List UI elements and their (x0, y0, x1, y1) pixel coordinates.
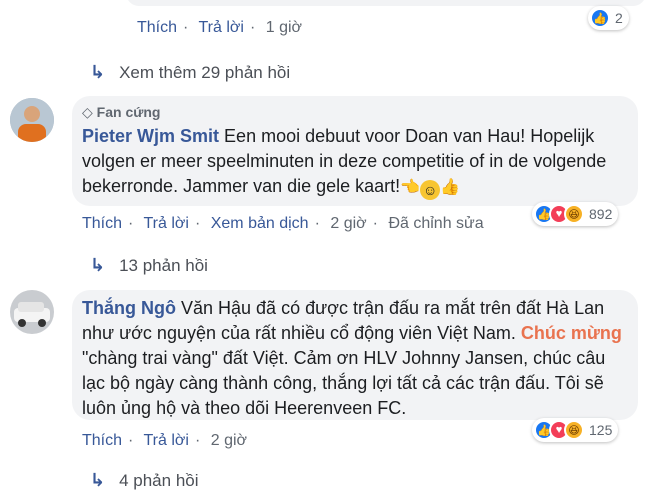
like-link[interactable]: Thích (82, 432, 122, 449)
view-replies[interactable]: ↳ 4 phản hồi (90, 470, 199, 491)
reaction-count: 892 (589, 206, 613, 222)
pointing-emoji-icon: 👈 (400, 179, 421, 196)
reply-link[interactable]: Trả lời (144, 215, 189, 232)
view-replies[interactable]: ↳ 13 phản hồi (90, 255, 208, 276)
reply-link[interactable]: Trả lời (144, 432, 189, 449)
comment-actions: Thích · Trả lời · Xem bản dịch · 2 giờ · Đã … (82, 215, 484, 232)
reply-arrow-icon: ↳ (90, 62, 106, 82)
reply-link[interactable]: Trả lời (199, 19, 244, 36)
timestamp[interactable]: 2 giờ (211, 432, 247, 449)
replies-label: 4 phản hồi (119, 471, 199, 490)
view-more-replies[interactable]: ↳ Xem thêm 29 phản hồi (90, 62, 290, 83)
diamond-icon: ◇ (82, 104, 93, 120)
like-reaction-icon: 👍 (590, 8, 610, 28)
like-link[interactable]: Thích (82, 215, 122, 232)
previous-comment-reactions[interactable]: 👍 2 (588, 6, 629, 30)
haha-reaction-icon: 😆 (564, 420, 584, 440)
avatar[interactable] (10, 98, 54, 142)
comment-text-cont: "chàng trai vàng" đất Việt. Cảm ơn HLV J… (82, 348, 606, 418)
reaction-count: 2 (615, 10, 623, 26)
comment-reactions[interactable]: 👍 ♥ 😆 892 (532, 202, 619, 226)
author-name[interactable]: Thắng Ngô (82, 298, 176, 318)
previous-comment-bubble (126, 0, 646, 6)
comment-body: Pieter Wjm Smit Een mooi debuut voor Doa… (82, 124, 632, 200)
reply-arrow-icon: ↳ (90, 470, 106, 490)
timestamp[interactable]: 1 giờ (266, 19, 302, 36)
like-link[interactable]: Thích (137, 19, 177, 36)
mention-link[interactable]: Chúc mừng (521, 323, 622, 343)
avatar[interactable] (10, 290, 54, 334)
previous-comment-actions: Thích · Trả lời · 1 giờ (137, 19, 303, 36)
reply-arrow-icon: ↳ (90, 255, 106, 275)
author-name[interactable]: Pieter Wjm Smit (82, 126, 219, 146)
comment-reactions[interactable]: 👍 ♥ 😆 125 (532, 418, 619, 442)
badge-label: Fan cứng (96, 104, 161, 120)
avatar-image (10, 290, 54, 334)
fan-badge: ◇ Fan cứng (82, 104, 160, 121)
comment-actions: Thích · Trả lời · 2 giờ (82, 432, 248, 449)
timestamp[interactable]: 2 giờ (330, 215, 366, 232)
smile-emoji-icon: ☺ (420, 180, 441, 200)
edited-label[interactable]: Đã chỉnh sửa (388, 215, 483, 232)
reaction-count: 125 (589, 422, 613, 438)
translate-link[interactable]: Xem bản dịch (211, 215, 309, 232)
avatar-image (10, 98, 54, 142)
thumbs-up-emoji-icon: 👍 (440, 179, 461, 196)
view-more-label: Xem thêm 29 phản hồi (119, 63, 291, 82)
comment-body: Thắng Ngô Văn Hậu đã có được trận đấu ra… (82, 296, 630, 421)
haha-reaction-icon: 😆 (564, 204, 584, 224)
replies-label: 13 phản hồi (119, 256, 208, 275)
